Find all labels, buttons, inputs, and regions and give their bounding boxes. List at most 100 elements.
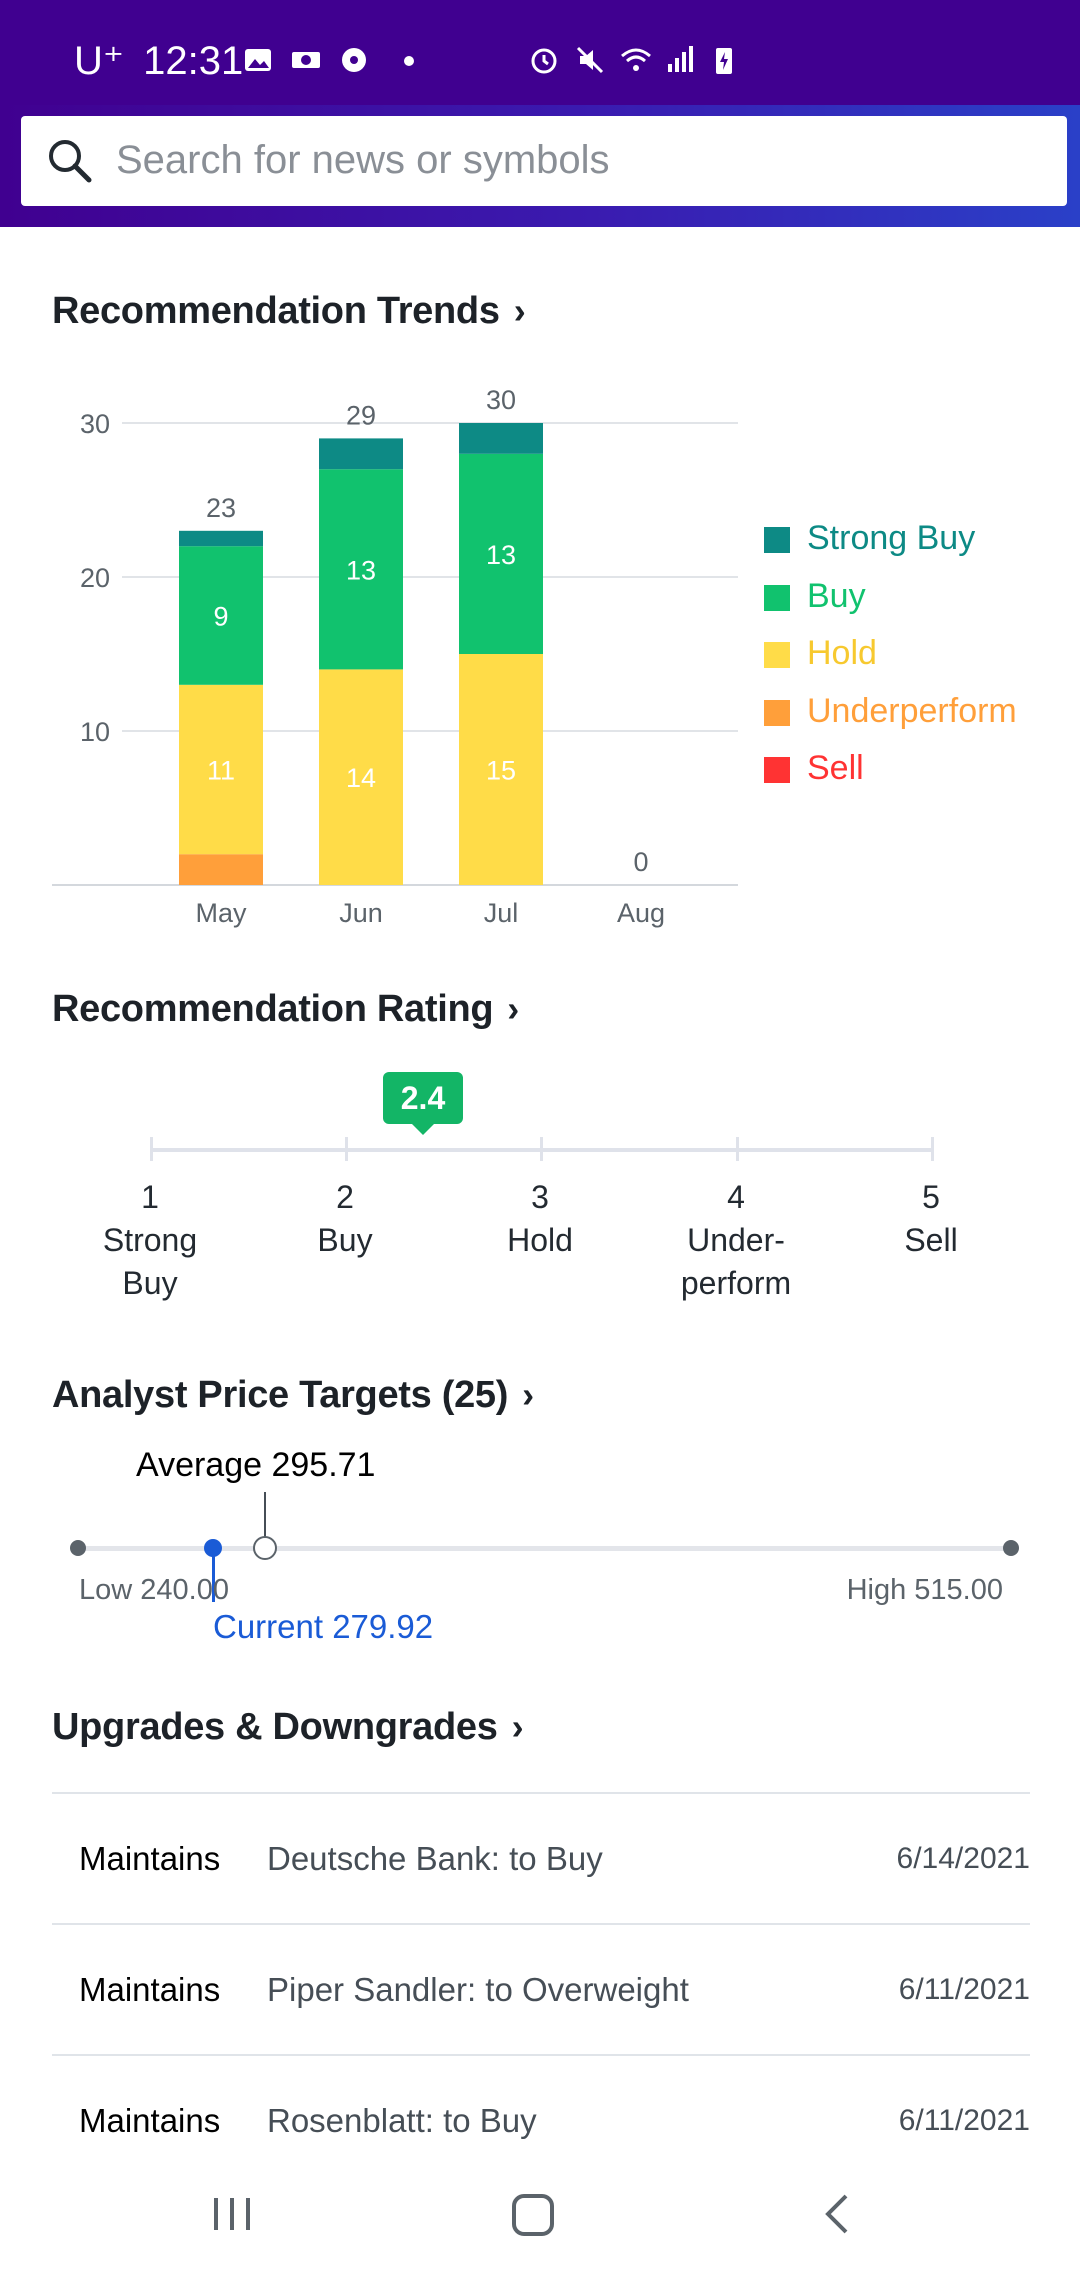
rating-pointer [410,1122,436,1135]
carrier-label: U⁺ [74,39,124,83]
recommendation-trends-title: Recommendation Trends [52,290,500,332]
y-tick-label: 30 [80,409,110,439]
legend-swatch [764,700,790,726]
legend-label: Buy [807,577,866,615]
bar-value-label: 15 [486,756,516,786]
recent-apps-icon[interactable] [210,2192,254,2236]
average-marker [253,1536,277,1560]
rating-label-5: 5 Sell [831,1176,1031,1262]
home-icon[interactable] [510,2192,556,2238]
money-icon [292,52,320,68]
cnbc-icon [342,48,366,72]
rating-num: 2 [336,1179,354,1215]
bar-value-label: 13 [486,540,516,570]
rating-label-2: 2 Buy [245,1176,445,1262]
row-firm: Deutsche Bank: to Buy [267,1840,603,1877]
divider [52,1792,1030,1794]
battery-charging-icon [716,48,732,74]
system-nav-bar [0,2160,1080,2280]
high-price-label: High 515.00 [846,1574,1003,1606]
y-tick-label: 20 [80,563,110,593]
x-tick-label: Jun [339,898,383,928]
legend-swatch [764,585,790,611]
upgrades-downgrades-title: Upgrades & Downgrades [52,1706,498,1748]
row-date: 6/11/2021 [898,2104,1030,2137]
search-icon [49,140,92,183]
row-action: Maintains [79,1971,221,2008]
low-marker [70,1540,86,1556]
recommendation-rating-title: Recommendation Rating [52,988,494,1030]
bar-value-label: 13 [346,555,376,585]
rating-tick [150,1137,153,1161]
y-tick-label: 10 [80,717,110,747]
chevron-right-icon: › [507,988,519,1029]
notification-dot-icon [404,56,414,66]
legend-swatch [764,527,790,553]
alarm-icon [531,48,557,74]
bar-segment [179,854,263,885]
search-placeholder: Search for news or symbols [116,138,610,182]
bar-value-label: 14 [346,763,376,793]
rating-label-3: 3 Hold [440,1176,640,1262]
current-price-label: Current 279.92 [213,1608,434,1645]
divider [52,1923,1030,1925]
row-date: 6/14/2021 [896,1842,1030,1875]
rating-label-1: 1 Strong Buy [50,1176,250,1305]
legend-label: Hold [807,634,877,672]
rating-text: Under- [687,1222,785,1258]
legend-swatch [764,757,790,783]
rating-num: 1 [141,1179,159,1215]
average-price-label: Average 295.71 [136,1446,376,1484]
price-targets-link[interactable]: Analyst Price Targets (25) › [52,1374,534,1417]
gallery-icon [245,49,271,71]
chevron-right-icon: › [522,1374,534,1415]
rating-text: Buy [317,1222,373,1258]
price-targets-title: Analyst Price Targets (25) [52,1374,509,1416]
x-tick-label: Aug [617,898,665,928]
x-tick-label: Jul [484,898,519,928]
wifi-icon [621,48,651,71]
legend-label: Strong Buy [807,519,976,557]
legend-label: Sell [807,749,864,787]
bar-total-label: 23 [206,493,236,523]
legend-label: Underperform [807,692,1017,730]
rating-text: Hold [507,1222,573,1258]
row-action: Maintains [79,1840,221,1877]
rating-tick [736,1137,739,1161]
rating-tick [540,1137,543,1161]
rating-text: perform [680,1265,792,1301]
bar-segment [179,530,263,547]
bar-segment [319,438,403,470]
rating-tick [345,1137,348,1161]
row-firm: Rosenblatt: to Buy [267,2102,537,2139]
bar-value-label: 9 [213,602,228,632]
upgrades-downgrades-link[interactable]: Upgrades & Downgrades › [52,1706,524,1749]
rating-text: Buy [122,1265,178,1301]
chevron-right-icon: › [511,1706,524,1747]
status-time: U⁺ 12:31 [74,38,243,84]
row-date: 6/11/2021 [898,1973,1030,2006]
back-icon[interactable] [818,2192,858,2236]
rating-text: Strong [102,1222,198,1258]
rating-tick [931,1137,934,1161]
status-bar: U⁺ 12:31 [0,0,1080,105]
recommendation-trends-chart: 10 20 30 11 9 23 May 14 13 29 Jun 15 13 30 Jul 0 Aug [52,385,738,928]
recommendation-trends-link[interactable]: Recommendation Trends › [52,290,526,333]
signal-icon [668,46,693,72]
rating-value-badge: 2.4 [383,1072,463,1124]
rating-num: 5 [922,1179,940,1215]
legend-swatch [764,642,790,668]
low-price-label: Low 240.00 [79,1574,229,1606]
x-tick-label: May [195,898,247,928]
average-pointer-line [264,1492,266,1540]
bar-value-label: 11 [207,756,235,786]
rating-text: Sell [904,1222,958,1258]
chevron-right-icon: › [513,290,526,331]
search-input[interactable]: Search for news or symbols [21,116,1067,206]
high-marker [1003,1540,1019,1556]
rating-num: 4 [727,1179,745,1215]
mute-icon [576,46,604,74]
row-action: Maintains [79,2102,221,2139]
recommendation-rating-link[interactable]: Recommendation Rating › [52,988,519,1031]
bar-total-label: 0 [633,847,648,877]
